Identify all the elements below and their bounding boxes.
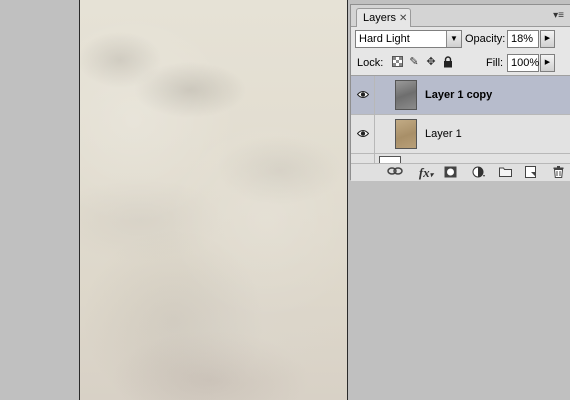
blend-row: Hard Light ▼ Opacity: 18% ▶ (351, 27, 570, 51)
chevron-down-icon[interactable]: ▼ (446, 31, 461, 47)
lock-row: Lock: ✎ ✥ Fill: 100% ▶ (351, 51, 570, 75)
layer-row[interactable]: Layer 1 copy (351, 76, 570, 115)
opacity-field[interactable]: 18% (507, 30, 539, 48)
tab-layers[interactable]: Layers ✕ (356, 8, 411, 27)
panel-menu-icon[interactable]: ▾≡ (553, 10, 564, 21)
layer-name: Layer 1 (425, 128, 462, 140)
lock-all-icon[interactable] (442, 56, 454, 68)
opacity-slider-button[interactable]: ▶ (540, 30, 555, 48)
layer-name: Layer 1 copy (425, 89, 493, 101)
layers-list: Layer 1 copy Layer 1 (351, 75, 570, 164)
layer-thumbnail (395, 119, 417, 149)
new-layer-icon[interactable] (524, 166, 538, 180)
panel-footer: fx▾ (351, 163, 570, 181)
layers-panel: Layers ✕ ▾≡ Hard Light ▼ Opacity: 18% ▶ L… (350, 4, 570, 181)
blend-mode-select[interactable]: Hard Light ▼ (355, 30, 462, 48)
fill-value: 100% (511, 57, 540, 69)
panel-tab-bar: Layers ✕ ▾≡ (351, 5, 570, 27)
lock-position-move-icon[interactable]: ✥ (425, 56, 437, 68)
blend-mode-value: Hard Light (359, 33, 410, 45)
opacity-label: Opacity: (465, 33, 506, 45)
adjustment-layer-icon[interactable] (471, 166, 487, 180)
fill-field[interactable]: 100% (507, 54, 539, 72)
lock-pixels-brush-icon[interactable]: ✎ (408, 56, 420, 68)
close-icon[interactable]: ✕ (399, 13, 407, 24)
fill-slider-button[interactable]: ▶ (540, 54, 555, 72)
fx-label: fx (418, 165, 430, 180)
visibility-eye-icon[interactable] (351, 76, 375, 114)
lock-label: Lock: (357, 57, 384, 69)
lock-transparency-icon[interactable] (391, 56, 403, 68)
tab-label: Layers (363, 12, 397, 24)
fill-label: Fill: (486, 57, 504, 69)
opacity-value: 18% (511, 33, 534, 45)
layer-thumbnail (395, 80, 417, 110)
document-canvas[interactable] (79, 0, 348, 400)
visibility-eye-icon[interactable] (351, 115, 375, 153)
layer-row[interactable]: Layer 1 (351, 115, 570, 154)
new-group-icon[interactable] (498, 166, 512, 180)
add-mask-icon[interactable] (443, 166, 457, 180)
link-layers-icon[interactable] (387, 166, 403, 180)
trash-icon[interactable] (552, 166, 564, 180)
fx-icon[interactable]: fx▾ (415, 166, 437, 180)
